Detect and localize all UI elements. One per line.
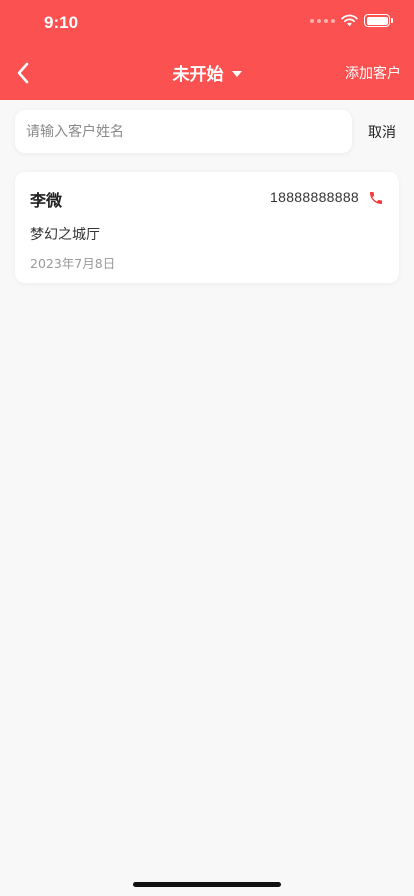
status-time: 9:10 (44, 13, 79, 32)
add-customer-button[interactable]: 添加客户 (345, 63, 401, 83)
wifi-icon (341, 14, 358, 27)
signal-icon (310, 18, 335, 23)
customer-phone: 18888888888 (270, 189, 359, 205)
customer-name: 李微 (30, 191, 63, 210)
phone-icon[interactable] (368, 190, 384, 206)
status-icons (310, 14, 393, 27)
cancel-button[interactable]: 取消 (368, 122, 396, 142)
nav-header: 9:10 未开始 添加客户 (0, 0, 414, 100)
search-box (15, 110, 352, 153)
search-input[interactable] (26, 123, 352, 140)
customer-card[interactable]: 李微 18888888888 梦幻之城厅 2023年7月8日 (15, 172, 399, 283)
home-indicator (133, 882, 281, 887)
page-title: 未开始 (172, 65, 224, 85)
caret-down-icon (231, 70, 242, 77)
customer-date: 2023年7月8日 (30, 256, 116, 271)
battery-icon (364, 14, 393, 27)
customer-venue: 梦幻之城厅 (30, 227, 100, 243)
